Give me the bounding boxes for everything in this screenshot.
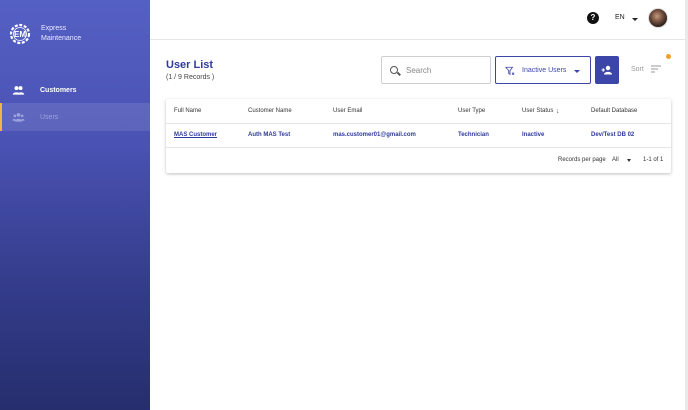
user-table: Full Name Customer Name User Email User …	[166, 99, 671, 173]
user-status-cell: Inactive	[522, 132, 545, 138]
search-input[interactable]	[406, 64, 486, 77]
user-email-cell: mas.customer01@gmail.com	[333, 132, 416, 138]
filter-icon	[505, 66, 515, 76]
column-header-user-status[interactable]: User Status	[522, 108, 553, 114]
table-row[interactable]: MAS Customer Auth MAS Test mas.customer0…	[166, 124, 671, 148]
pagination-range: 1-1 of 1	[643, 157, 664, 163]
brand-name-line1: Express	[41, 25, 67, 32]
default-database-cell: Dev/Test DB 02	[591, 132, 635, 138]
user-filter-dropdown[interactable]: Inactive Users	[495, 56, 591, 84]
column-header-full-name[interactable]: Full Name	[174, 108, 201, 114]
column-header-user-email[interactable]: User Email	[333, 108, 362, 114]
sidebar-item-customers[interactable]: Customers	[0, 76, 150, 104]
help-icon[interactable]: ?	[587, 12, 599, 24]
record-count: (1 / 9 Records )	[166, 74, 215, 81]
column-header-user-type[interactable]: User Type	[458, 108, 485, 114]
rows-per-page-label: Records per page	[558, 157, 606, 163]
chevron-down-icon[interactable]	[627, 159, 631, 162]
rows-per-page-select[interactable]: All	[612, 157, 619, 163]
language-selector[interactable]: EN	[615, 14, 625, 21]
people-icon	[12, 85, 25, 95]
add-user-button[interactable]	[595, 56, 619, 84]
gear-logo-icon: EM	[9, 23, 31, 45]
filter-label: Inactive Users	[522, 67, 567, 74]
search-box[interactable]	[381, 56, 491, 84]
column-header-customer-name[interactable]: Customer Name	[248, 108, 292, 114]
sidebar-item-label: Customers	[40, 86, 77, 94]
sort-arrow-icon[interactable]: ↓	[556, 108, 560, 115]
customer-name-cell: Auth MAS Test	[248, 132, 291, 138]
svg-text:EM: EM	[14, 30, 26, 39]
brand-name-line2: Maintenance	[41, 35, 82, 42]
user-type-cell: Technician	[458, 132, 489, 138]
search-icon	[390, 66, 398, 74]
add-user-icon	[601, 65, 612, 75]
top-bar: ? EN	[150, 0, 688, 40]
table-pagination: Records per page All 1-1 of 1	[166, 148, 671, 173]
sidebar: EM Express Maintenance Customers Users	[0, 0, 150, 410]
page-title: User List	[166, 59, 214, 71]
avatar[interactable]	[648, 8, 668, 28]
table-header: Full Name Customer Name User Email User …	[166, 99, 671, 124]
sort-button[interactable]: Sort	[631, 66, 644, 73]
chevron-down-icon[interactable]	[632, 18, 638, 21]
sidebar-item-label: Users	[40, 113, 59, 121]
column-header-default-database[interactable]: Default Database	[591, 108, 637, 114]
chevron-down-icon	[574, 70, 580, 73]
notification-dot	[666, 54, 671, 59]
brand[interactable]: EM Express Maintenance	[8, 22, 81, 46]
sort-icon[interactable]	[651, 65, 661, 73]
users-icon	[12, 112, 25, 122]
user-full-name-link[interactable]: MAS Customer	[174, 132, 217, 138]
sidebar-item-users[interactable]: Users	[0, 103, 150, 131]
